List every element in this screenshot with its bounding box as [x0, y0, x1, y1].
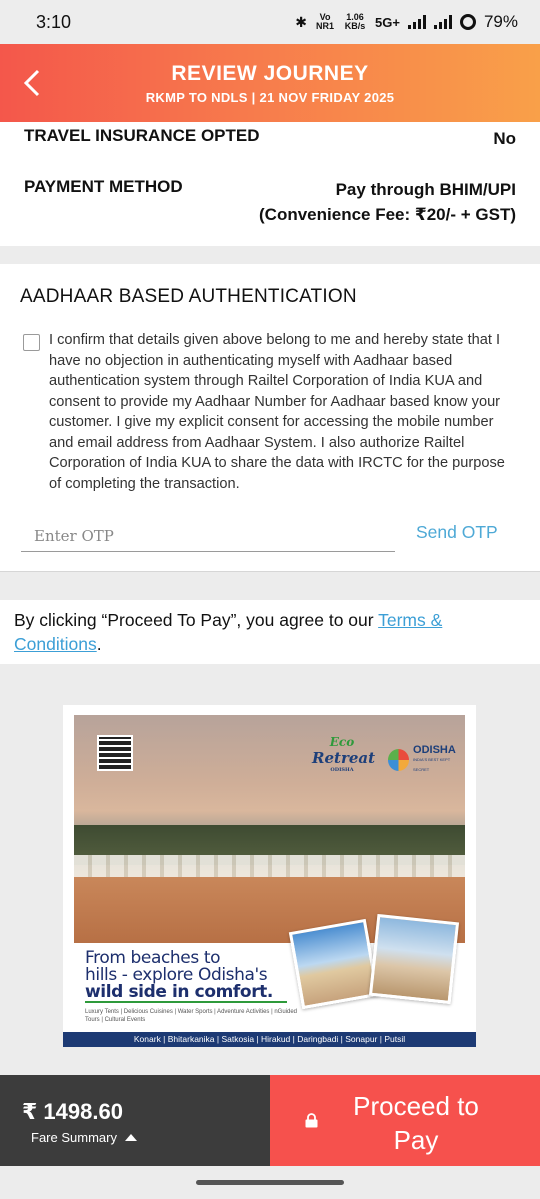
- odisha-logo-tagline: INDIA'S BEST KEPT SECRET: [413, 757, 451, 772]
- terms-prefix: By clicking “Proceed To Pay”, you agree …: [14, 610, 379, 630]
- eco-logo-region: ODISHA: [330, 767, 354, 773]
- navigation-bar: [0, 1166, 540, 1199]
- ad-banner[interactable]: Eco Retreat ODISHA ODISHA INDIA'S BEST K…: [63, 705, 476, 1047]
- payment-fee: (Convenience Fee: ₹20/- + GST): [259, 205, 516, 224]
- payment-value-group: Pay through BHIM/UPI (Convenience Fee: ₹…: [259, 177, 516, 227]
- battery-percent: 79%: [483, 12, 518, 31]
- page-title: REVIEW JOURNEY: [171, 62, 369, 85]
- insurance-value: No: [493, 129, 516, 148]
- journey-summary-card: TRAVEL INSURANCE OPTED No PAYMENT METHOD…: [0, 122, 540, 246]
- otp-input[interactable]: [21, 522, 395, 552]
- qr-code-icon: [97, 735, 133, 771]
- home-gesture-handle[interactable]: [196, 1180, 344, 1185]
- ad-tents: [74, 855, 465, 877]
- payment-label: PAYMENT METHOD: [24, 177, 183, 196]
- ad-headline-line3: wild side in comfort.: [85, 982, 273, 1002]
- network-small: Vo NR1: [316, 12, 335, 31]
- eco-retreat-logo: Eco Retreat ODISHA: [312, 735, 376, 773]
- ad-divider: [85, 1001, 287, 1003]
- aadhaar-card: AADHAAR BASED AUTHENTICATION I confirm t…: [0, 264, 540, 572]
- terms-suffix: .: [96, 634, 102, 654]
- odisha-emblem-icon: [388, 749, 410, 771]
- status-icons: ✱ Vo NR1 1.06 KB/s 5G+ 79%: [295, 12, 518, 32]
- header: REVIEW JOURNEY RKMP TO NDLS | 21 NOV FRI…: [0, 44, 540, 122]
- bottom-action-bar: ₹ 1498.60 Fare Summary Proceed to Pay: [0, 1075, 540, 1166]
- fare-box[interactable]: ₹ 1498.60 Fare Summary: [0, 1075, 270, 1166]
- consent-checkbox[interactable]: [23, 334, 40, 351]
- signal-icon: [407, 15, 426, 29]
- proceed-to-pay-button[interactable]: Proceed to Pay: [270, 1075, 540, 1166]
- status-bar: 3:10 ✱ Vo NR1 1.06 KB/s 5G+ 79%: [0, 0, 540, 44]
- chevron-left-icon: [23, 69, 40, 97]
- terms-notice: By clicking “Proceed To Pay”, you agree …: [0, 600, 540, 664]
- fare-summary-toggle[interactable]: Fare Summary: [31, 1130, 137, 1145]
- aadhaar-title: AADHAAR BASED AUTHENTICATION: [20, 286, 357, 307]
- bluetooth-icon: ✱: [295, 13, 308, 30]
- data-speed: 1.06 KB/s: [344, 12, 366, 31]
- ad-headline: From beaches to hills - explore Odisha's…: [85, 950, 305, 1001]
- odisha-tourism-logo: ODISHA INDIA'S BEST KEPT SECRET: [388, 745, 465, 775]
- total-amount: ₹ 1498.60: [22, 1099, 123, 1124]
- consent-text: I confirm that details given above belon…: [49, 332, 505, 492]
- proceed-label: Proceed to Pay: [353, 1091, 479, 1155]
- back-button[interactable]: [14, 64, 50, 102]
- ad-photo: Eco Retreat ODISHA ODISHA INDIA'S BEST K…: [74, 715, 465, 943]
- lock-icon: [305, 1113, 318, 1128]
- status-time: 3:10: [36, 11, 72, 32]
- network-type: 5G+: [375, 14, 400, 30]
- eco-logo-word: Eco: [329, 735, 355, 749]
- retreat-logo-word: Retreat: [312, 749, 376, 767]
- battery-icon: [459, 14, 476, 30]
- odisha-logo-text: ODISHA INDIA'S BEST KEPT SECRET: [413, 745, 465, 775]
- send-otp-button[interactable]: Send OTP: [416, 522, 498, 543]
- fare-summary-label: Fare Summary: [31, 1130, 117, 1145]
- ad-features: Luxury Tents | Delicious Cuisines | Wate…: [85, 1009, 297, 1023]
- caret-up-icon: [124, 1134, 137, 1141]
- insurance-label: TRAVEL INSURANCE OPTED: [24, 126, 260, 145]
- payment-value: Pay through BHIM/UPI: [335, 180, 516, 199]
- insurance-row: TRAVEL INSURANCE OPTED No: [24, 126, 516, 151]
- signal-icon-2: [433, 15, 452, 29]
- screen: 3:10 ✱ Vo NR1 1.06 KB/s 5G+ 79% REVIEW J…: [0, 0, 540, 1199]
- payment-row: PAYMENT METHOD Pay through BHIM/UPI (Con…: [24, 177, 516, 227]
- ad-photo-atv: [368, 913, 460, 1005]
- ad-locations: Konark | Bhitarkanika | Satkosia | Hirak…: [63, 1032, 476, 1047]
- journey-subtitle: RKMP TO NDLS | 21 NOV FRIDAY 2025: [145, 90, 395, 105]
